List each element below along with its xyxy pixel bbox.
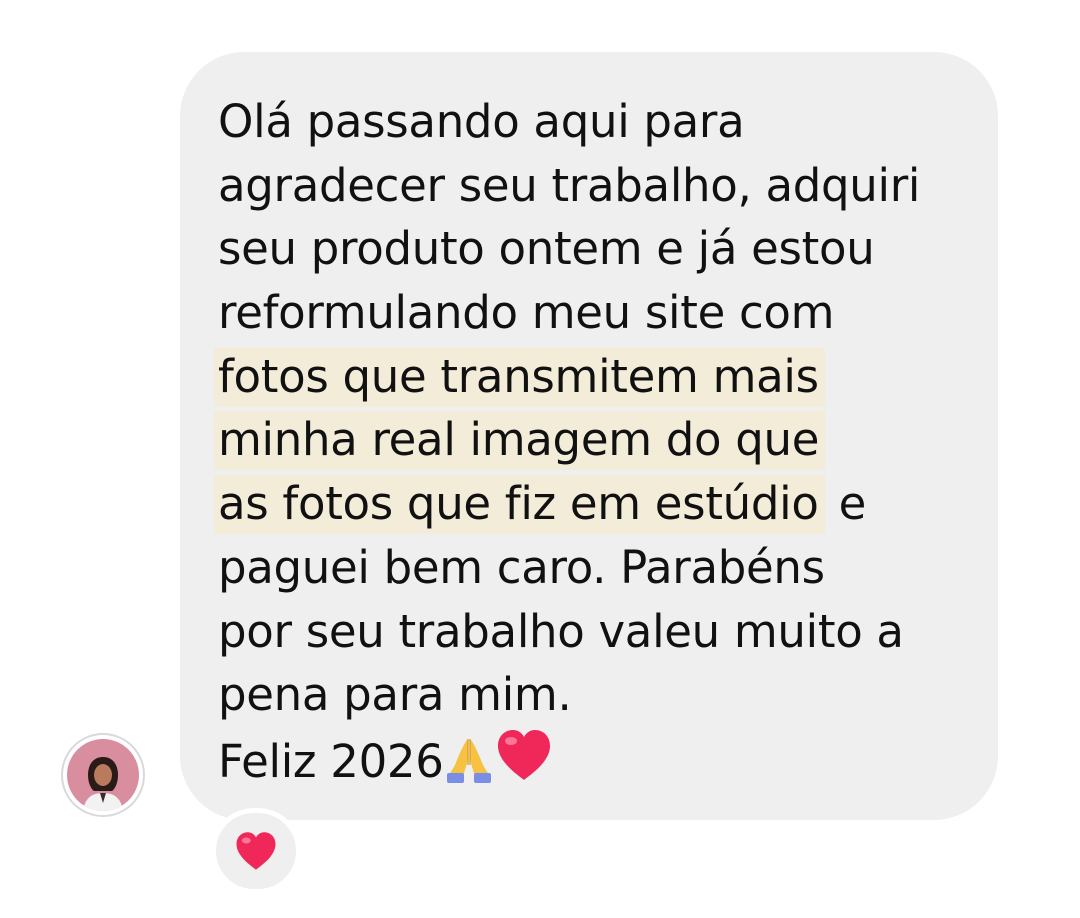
red-heart-icon bbox=[236, 832, 276, 870]
message-line: pena para mim. bbox=[218, 668, 572, 722]
message-line-highlighted: fotos que transmitem mais bbox=[214, 345, 968, 409]
message-line: agradecer seu trabalho, adquiri bbox=[218, 158, 921, 212]
message-line-last: Feliz 2026 bbox=[218, 727, 968, 791]
reaction-badge[interactable] bbox=[211, 808, 301, 894]
praying-hands-icon bbox=[446, 738, 491, 783]
message-line: seu produto ontem e já estou bbox=[218, 222, 875, 276]
message-text: e bbox=[824, 477, 867, 531]
message-line: paguei bem caro. Parabéns bbox=[218, 540, 825, 594]
message-text: Feliz 2026 bbox=[218, 734, 444, 788]
text-highlight: fotos que transmitem mais bbox=[214, 347, 825, 407]
text-highlight: minha real imagem do que bbox=[214, 411, 826, 471]
red-heart-icon bbox=[497, 729, 550, 780]
avatar[interactable] bbox=[61, 733, 145, 817]
message-line: reformulando meu site com bbox=[218, 286, 835, 340]
message-line-highlighted: minha real imagem do que bbox=[214, 408, 968, 472]
avatar-photo bbox=[67, 739, 139, 811]
text-highlight: as fotos que fiz em estúdio bbox=[214, 475, 825, 535]
message-bubble[interactable]: Olá passando aqui para agradecer seu tra… bbox=[180, 52, 998, 820]
message-line: por seu trabalho valeu muito a bbox=[218, 604, 904, 658]
message-line-highlighted: as fotos que fiz em estúdio e bbox=[214, 472, 968, 536]
message-line: Olá passando aqui para bbox=[218, 95, 745, 148]
